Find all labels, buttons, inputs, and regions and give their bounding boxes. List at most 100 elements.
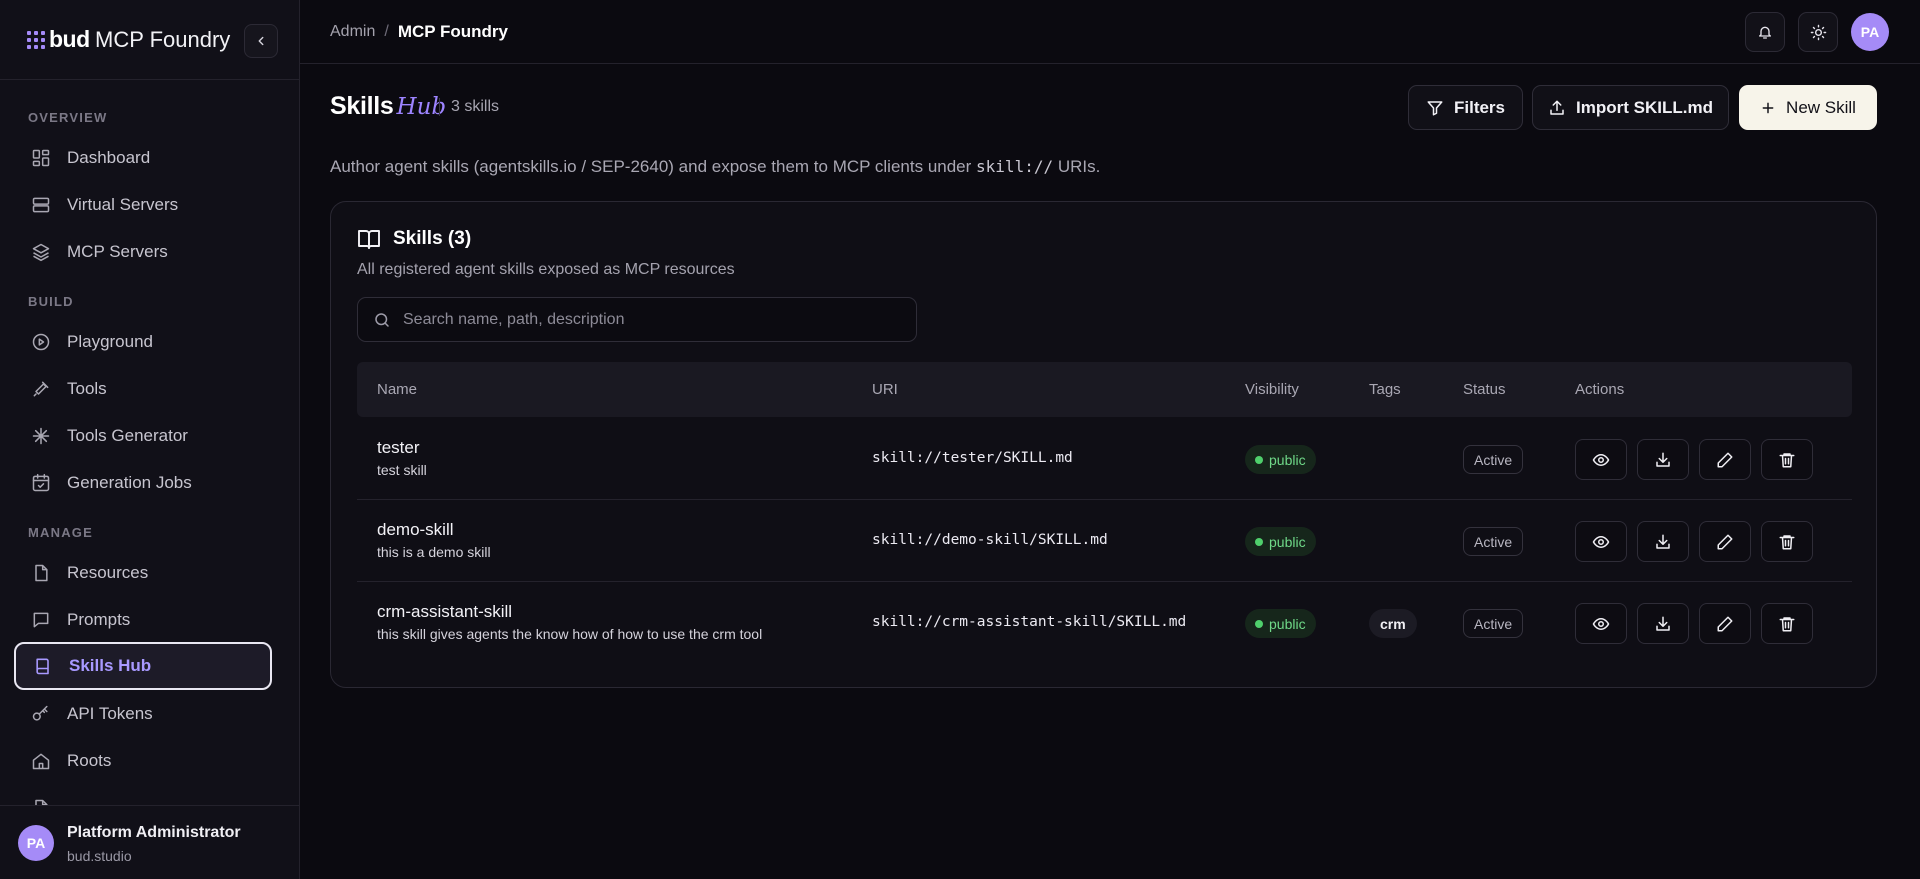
- download-icon: [1654, 615, 1672, 633]
- edit-button[interactable]: [1699, 603, 1751, 644]
- sidebar-item-tools[interactable]: Tools: [14, 365, 272, 413]
- table-header: Name URI Visibility Tags Status Actions: [357, 362, 1852, 417]
- sidebar-nav: OVERVIEW Dashboard Virtual Servers MCP S…: [0, 80, 299, 805]
- brand: bud MCP Foundry: [0, 0, 299, 80]
- sidebar-item-tools-generator[interactable]: Tools Generator: [14, 412, 272, 460]
- edit-button[interactable]: [1699, 439, 1751, 480]
- book-open-icon: [357, 228, 381, 250]
- search-icon: [373, 311, 391, 329]
- delete-button[interactable]: [1761, 521, 1813, 562]
- sidebar-item-label: Generation Jobs: [67, 473, 192, 492]
- table-row[interactable]: tester test skill skill://tester/SKILL.m…: [357, 418, 1852, 500]
- sidebar-item-label: Virtual Servers: [67, 195, 179, 214]
- user-name: Platform Administrator: [67, 824, 241, 841]
- sidebar-item-label: API Tokens: [67, 704, 153, 723]
- sidebar-item-dashboard[interactable]: Dashboard: [14, 134, 272, 182]
- sidebar-item-label: Roots: [67, 751, 112, 770]
- play-icon: [30, 331, 52, 353]
- filters-label: Filters: [1453, 97, 1506, 117]
- search-input[interactable]: [403, 310, 883, 329]
- visibility-badge: public: [1245, 527, 1316, 556]
- sidebar-item-playground[interactable]: Playground: [14, 318, 272, 366]
- notifications-button[interactable]: [1745, 12, 1785, 52]
- column-header-tags: Tags: [1369, 381, 1401, 398]
- page-subtitle: Author agent skills (agentskills.io / SE…: [330, 157, 1100, 177]
- page-title-main: Skills: [330, 92, 394, 120]
- download-button[interactable]: [1637, 521, 1689, 562]
- section-title-overview: OVERVIEW: [28, 110, 108, 125]
- theme-toggle-button[interactable]: [1798, 12, 1838, 52]
- skill-name: tester: [377, 438, 420, 457]
- eye-icon: [1592, 451, 1610, 469]
- message-icon: [30, 609, 52, 631]
- sidebar: bud MCP Foundry OVERVIEW Dashboard Virtu…: [0, 0, 300, 879]
- filters-button[interactable]: Filters: [1408, 85, 1523, 130]
- sidebar-item-label: MCP Servers: [67, 242, 168, 261]
- breadcrumb-admin[interactable]: Admin: [330, 23, 375, 41]
- download-button[interactable]: [1637, 603, 1689, 644]
- breadcrumb-current: MCP Foundry: [397, 22, 508, 41]
- new-skill-label: New Skill: [1786, 97, 1856, 117]
- sparkle-icon: [30, 425, 52, 447]
- view-button[interactable]: [1575, 603, 1627, 644]
- sidebar-item-skills-hub[interactable]: Skills Hub: [14, 642, 272, 690]
- sidebar-item-generation-jobs[interactable]: Generation Jobs: [14, 459, 272, 507]
- import-skill-button[interactable]: Import SKILL.md: [1532, 85, 1729, 130]
- table-row[interactable]: crm-assistant-skill this skill gives age…: [357, 582, 1852, 664]
- section-title-build: BUILD: [28, 294, 74, 309]
- breadcrumb-separator: /: [384, 23, 389, 40]
- download-icon: [1654, 533, 1672, 551]
- dashboard-icon: [30, 147, 52, 169]
- section-title-manage: MANAGE: [28, 525, 93, 540]
- topbar: Admin / MCP Foundry PA: [300, 0, 1920, 64]
- user-org: bud.studio: [67, 848, 132, 864]
- skill-description: this is a demo skill: [377, 544, 491, 560]
- status-badge: Active: [1463, 445, 1524, 474]
- divider: [439, 98, 440, 116]
- layers-icon: [30, 241, 52, 263]
- delete-button[interactable]: [1761, 439, 1813, 480]
- import-label: Import SKILL.md: [1576, 97, 1713, 117]
- user-profile[interactable]: PA Platform Administrator bud.studio: [0, 805, 299, 879]
- table-row[interactable]: demo-skill this is a demo skill skill://…: [357, 500, 1852, 582]
- sidebar-item-prompts[interactable]: Prompts: [14, 596, 272, 644]
- avatar: PA: [18, 825, 54, 861]
- status-badge: Active: [1463, 609, 1524, 638]
- visibility-label: public: [1269, 533, 1306, 550]
- home-icon: [30, 750, 52, 772]
- sidebar-item-mcp-servers[interactable]: MCP Servers: [14, 228, 272, 276]
- sidebar-item-roots[interactable]: Roots: [14, 737, 272, 785]
- app-name: MCP Foundry: [95, 27, 231, 52]
- trash-icon: [1778, 615, 1796, 633]
- delete-button[interactable]: [1761, 603, 1813, 644]
- sidebar-item-virtual-servers[interactable]: Virtual Servers: [14, 181, 272, 229]
- sidebar-item-label: Tools Generator: [67, 426, 188, 445]
- server-icon: [30, 194, 52, 216]
- sidebar-item-resources[interactable]: Resources: [14, 549, 272, 597]
- visibility-badge: public: [1245, 445, 1316, 474]
- collapse-sidebar-button[interactable]: [244, 24, 278, 58]
- new-skill-button[interactable]: New Skill: [1739, 85, 1877, 130]
- tag-badge[interactable]: crm: [1369, 609, 1417, 638]
- sidebar-item-label: Tools: [67, 379, 107, 398]
- skill-uri: skill://tester/SKILL.md: [872, 450, 1073, 466]
- breadcrumb: Admin / MCP Foundry: [330, 22, 508, 42]
- download-button[interactable]: [1637, 439, 1689, 480]
- card-description: All registered agent skills exposed as M…: [357, 261, 735, 278]
- logo-word: bud: [49, 26, 90, 52]
- bell-icon: [1757, 24, 1773, 40]
- column-header-visibility: Visibility: [1245, 381, 1299, 398]
- file-icon: [30, 797, 52, 805]
- sidebar-item-api-tokens[interactable]: API Tokens: [14, 690, 272, 738]
- user-avatar-button[interactable]: PA: [1851, 13, 1889, 51]
- sidebar-item-partial[interactable]: [14, 784, 272, 805]
- view-button[interactable]: [1575, 439, 1627, 480]
- pencil-icon: [1716, 615, 1734, 633]
- skills-count: 3 skills: [451, 98, 500, 115]
- eye-icon: [1592, 615, 1610, 633]
- card-title: Skills (3): [393, 228, 472, 249]
- upload-icon: [1548, 99, 1566, 117]
- edit-button[interactable]: [1699, 521, 1751, 562]
- view-button[interactable]: [1575, 521, 1627, 562]
- visibility-label: public: [1269, 451, 1306, 468]
